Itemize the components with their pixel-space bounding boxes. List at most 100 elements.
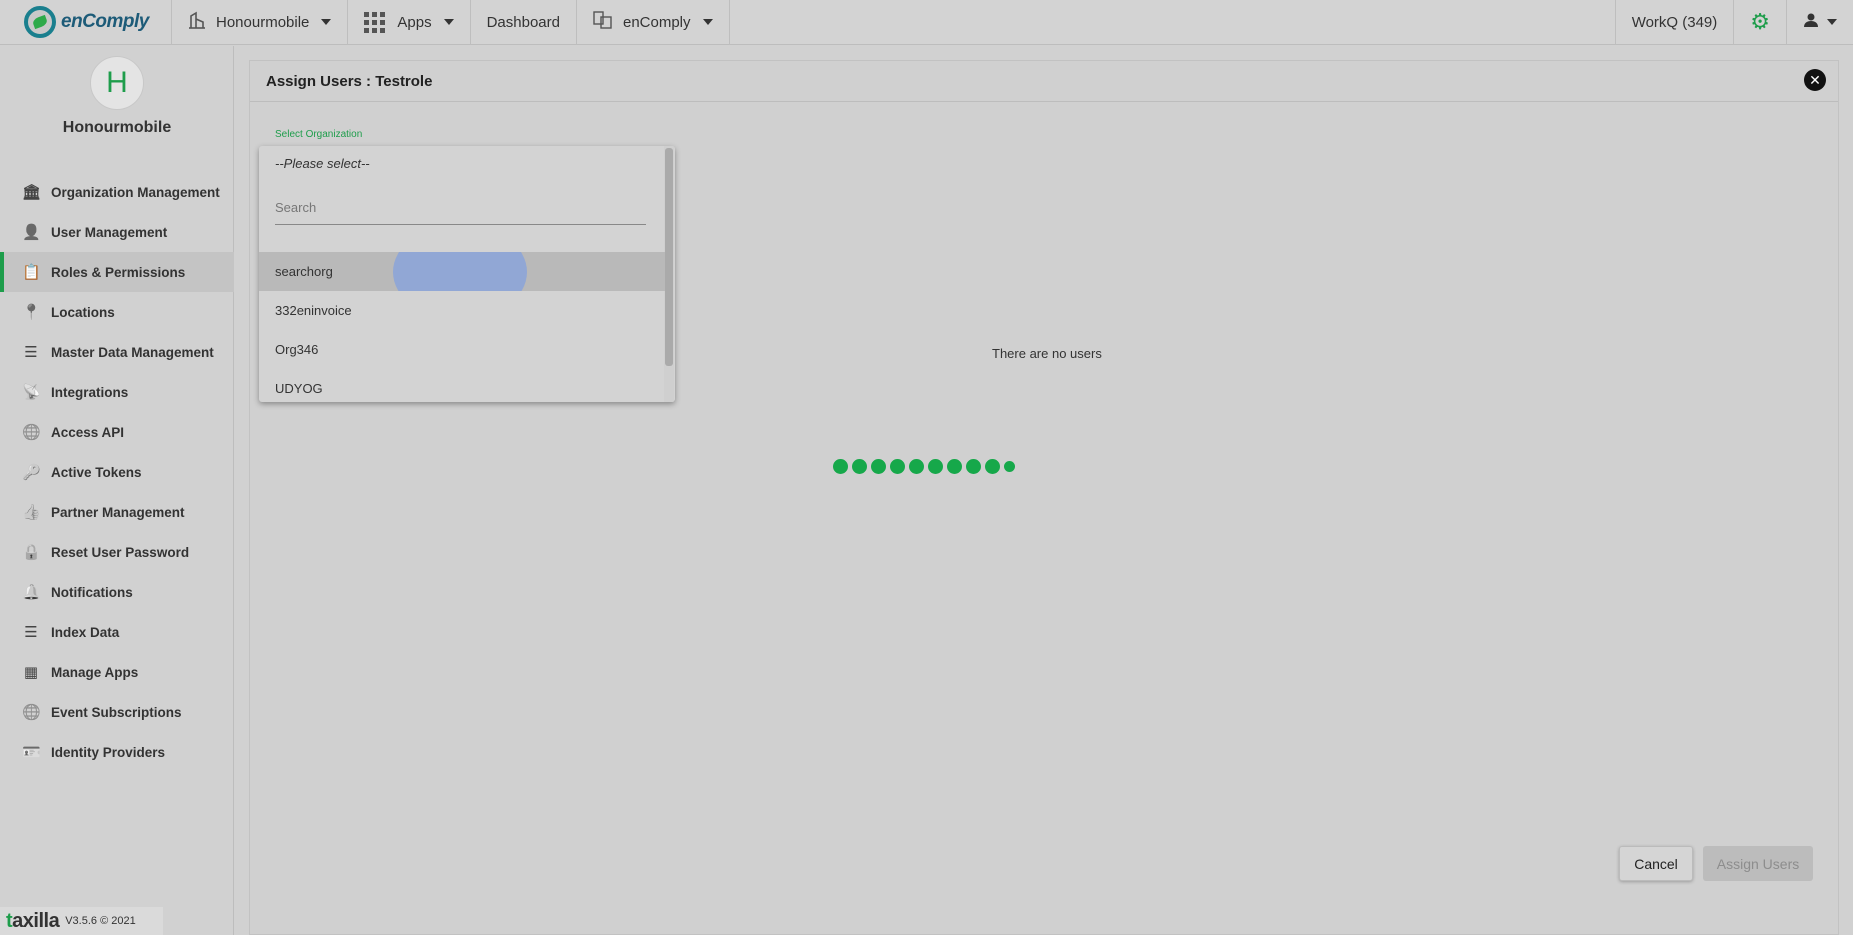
workq-link[interactable]: WorkQ (349)	[1614, 0, 1734, 45]
sidebar-item-integrations[interactable]: 📡 Integrations	[0, 372, 234, 412]
empty-message: There are no users	[992, 346, 1102, 361]
sidebar-item-label: Reset User Password	[51, 544, 190, 560]
dropdown-option[interactable]: searchorg	[259, 252, 665, 291]
globe-icon: 🌐	[22, 704, 41, 721]
sidebar-item-label: Manage Apps	[51, 664, 139, 680]
sidebar-item-access-api[interactable]: 🌐 Access API	[0, 412, 234, 452]
loader-dot	[909, 459, 924, 474]
lock-icon: 🔒	[22, 544, 41, 561]
sidebar-item-label: Roles & Permissions	[51, 264, 186, 280]
key-icon: 🔑	[22, 464, 41, 481]
assign-users-button[interactable]: Assign Users	[1703, 846, 1813, 881]
version-text: V3.5.6 © 2021	[65, 915, 136, 927]
select-organization-label: Select Organization	[275, 129, 363, 140]
sidebar-item-label: Notifications	[51, 584, 133, 600]
loader-dot	[890, 459, 905, 474]
dropdown-option[interactable]: 332eninvoice	[259, 291, 665, 330]
sidebar-item-notifications[interactable]: 🔔 Notifications	[0, 572, 234, 612]
organization-dropdown: --Please select-- Search searchorg 332eni…	[259, 146, 675, 402]
close-icon[interactable]: ✕	[1804, 69, 1826, 91]
sidebar-menu: 🏛 Organization Management 👤 User Management…	[0, 172, 234, 772]
building-icon	[188, 11, 206, 34]
org-selector[interactable]: Honourmobile	[172, 0, 349, 45]
panel-header: Assign Users : Testrole	[250, 61, 1838, 102]
loader-dot	[928, 459, 943, 474]
sidebar-item-reset-user-password[interactable]: 🔒 Reset User Password	[0, 532, 234, 572]
switch-app-icon	[593, 10, 613, 34]
settings-button[interactable]: ⚙	[1733, 0, 1786, 45]
sidebar-item-label: Index Data	[51, 624, 120, 640]
dropdown-option[interactable]: Org346	[259, 330, 665, 369]
sidebar-item-roles-permissions[interactable]: 📋 Roles & Permissions	[0, 252, 234, 292]
workq-label: WorkQ (349)	[1631, 13, 1718, 31]
sidebar: H Honourmobile 🏛 Organization Management 👤…	[0, 46, 234, 935]
sidebar-item-label: Partner Management	[51, 504, 185, 520]
chevron-down-icon	[1827, 19, 1837, 25]
org-selector-label: Honourmobile	[216, 13, 310, 31]
top-navbar: enComply Honourmobile Apps Dashboard enC…	[0, 0, 1853, 45]
sidebar-item-locations[interactable]: 📍 Locations	[0, 292, 234, 332]
sidebar-item-active-tokens[interactable]: 🔑 Active Tokens	[0, 452, 234, 492]
loader-dot	[833, 459, 848, 474]
top-right-actions: WorkQ (349) ⚙	[1614, 0, 1853, 45]
list-icon: ☰	[24, 624, 38, 641]
cancel-button[interactable]: Cancel	[1619, 846, 1693, 881]
loader-dot	[871, 459, 886, 474]
bank-icon: 🏛	[22, 184, 42, 201]
apps-grid-icon: ▦	[23, 664, 39, 681]
dropdown-scrollbar[interactable]	[665, 148, 673, 366]
id-badge-icon: 🪪	[22, 744, 41, 761]
loader-dot	[985, 459, 1000, 474]
thumbs-up-icon: 👍	[22, 504, 41, 521]
clipboard-icon: 📋	[22, 264, 41, 281]
app-selector-label: enComply	[622, 13, 691, 31]
sidebar-item-label: Organization Management	[51, 184, 220, 200]
sidebar-item-label: Integrations	[51, 384, 129, 400]
sidebar-item-master-data-management[interactable]: ☰ Master Data Management	[0, 332, 234, 372]
broadcast-icon: 📡	[22, 384, 41, 401]
logo-text: enComply	[61, 11, 149, 32]
panel-title: Assign Users : Testrole	[266, 72, 433, 90]
sidebar-item-label: Active Tokens	[51, 464, 142, 480]
sidebar-item-label: Locations	[51, 304, 115, 320]
dashboard-link[interactable]: Dashboard	[471, 0, 577, 45]
apps-grid-icon	[364, 11, 386, 33]
sidebar-item-label: Identity Providers	[51, 744, 166, 760]
user-icon	[1803, 12, 1819, 32]
sidebar-item-label: Event Subscriptions	[51, 704, 182, 720]
sidebar-item-label: Master Data Management	[51, 344, 214, 360]
dropdown-search-input[interactable]: Search	[275, 198, 646, 225]
app-selector[interactable]: enComply	[577, 0, 730, 45]
globe-icon: 🌐	[22, 424, 41, 441]
loader-dot	[966, 459, 981, 474]
dropdown-option[interactable]: UDYOG	[259, 369, 665, 402]
chevron-down-icon	[321, 19, 332, 25]
location-pin-icon: 📍	[22, 304, 41, 321]
footer: taxilla V3.5.6 © 2021	[0, 907, 163, 935]
sidebar-item-user-management[interactable]: 👤 User Management	[0, 212, 234, 252]
sidebar-item-manage-apps[interactable]: ▦ Manage Apps	[0, 652, 234, 692]
sidebar-item-organization-management[interactable]: 🏛 Organization Management	[0, 172, 234, 212]
apps-menu[interactable]: Apps	[348, 0, 471, 45]
person-icon: 👤	[22, 224, 41, 241]
sidebar-item-event-subscriptions[interactable]: 🌐 Event Subscriptions	[0, 692, 234, 732]
sidebar-item-partner-management[interactable]: 👍 Partner Management	[0, 492, 234, 532]
sidebar-org-name: Honourmobile	[62, 119, 172, 136]
dropdown-option-label: Org346	[275, 342, 319, 357]
gear-icon: ⚙	[1750, 9, 1770, 34]
dropdown-option-label: searchorg	[275, 264, 333, 279]
sidebar-item-label: Access API	[51, 424, 125, 440]
dropdown-placeholder[interactable]: --Please select--	[275, 156, 370, 171]
click-ripple	[393, 252, 527, 291]
user-menu[interactable]	[1786, 0, 1853, 45]
dropdown-option-label: UDYOG	[275, 381, 323, 396]
bell-icon: 🔔	[22, 584, 41, 601]
chevron-down-icon	[702, 19, 713, 25]
taxilla-logo: taxilla	[6, 909, 60, 932]
sidebar-item-index-data[interactable]: ☰ Index Data	[0, 612, 234, 652]
sidebar-item-identity-providers[interactable]: 🪪 Identity Providers	[0, 732, 234, 772]
sidebar-item-label: User Management	[51, 224, 168, 240]
app-logo[interactable]: enComply	[0, 0, 172, 45]
loader-dot	[1004, 461, 1015, 472]
loader-dot	[852, 459, 867, 474]
